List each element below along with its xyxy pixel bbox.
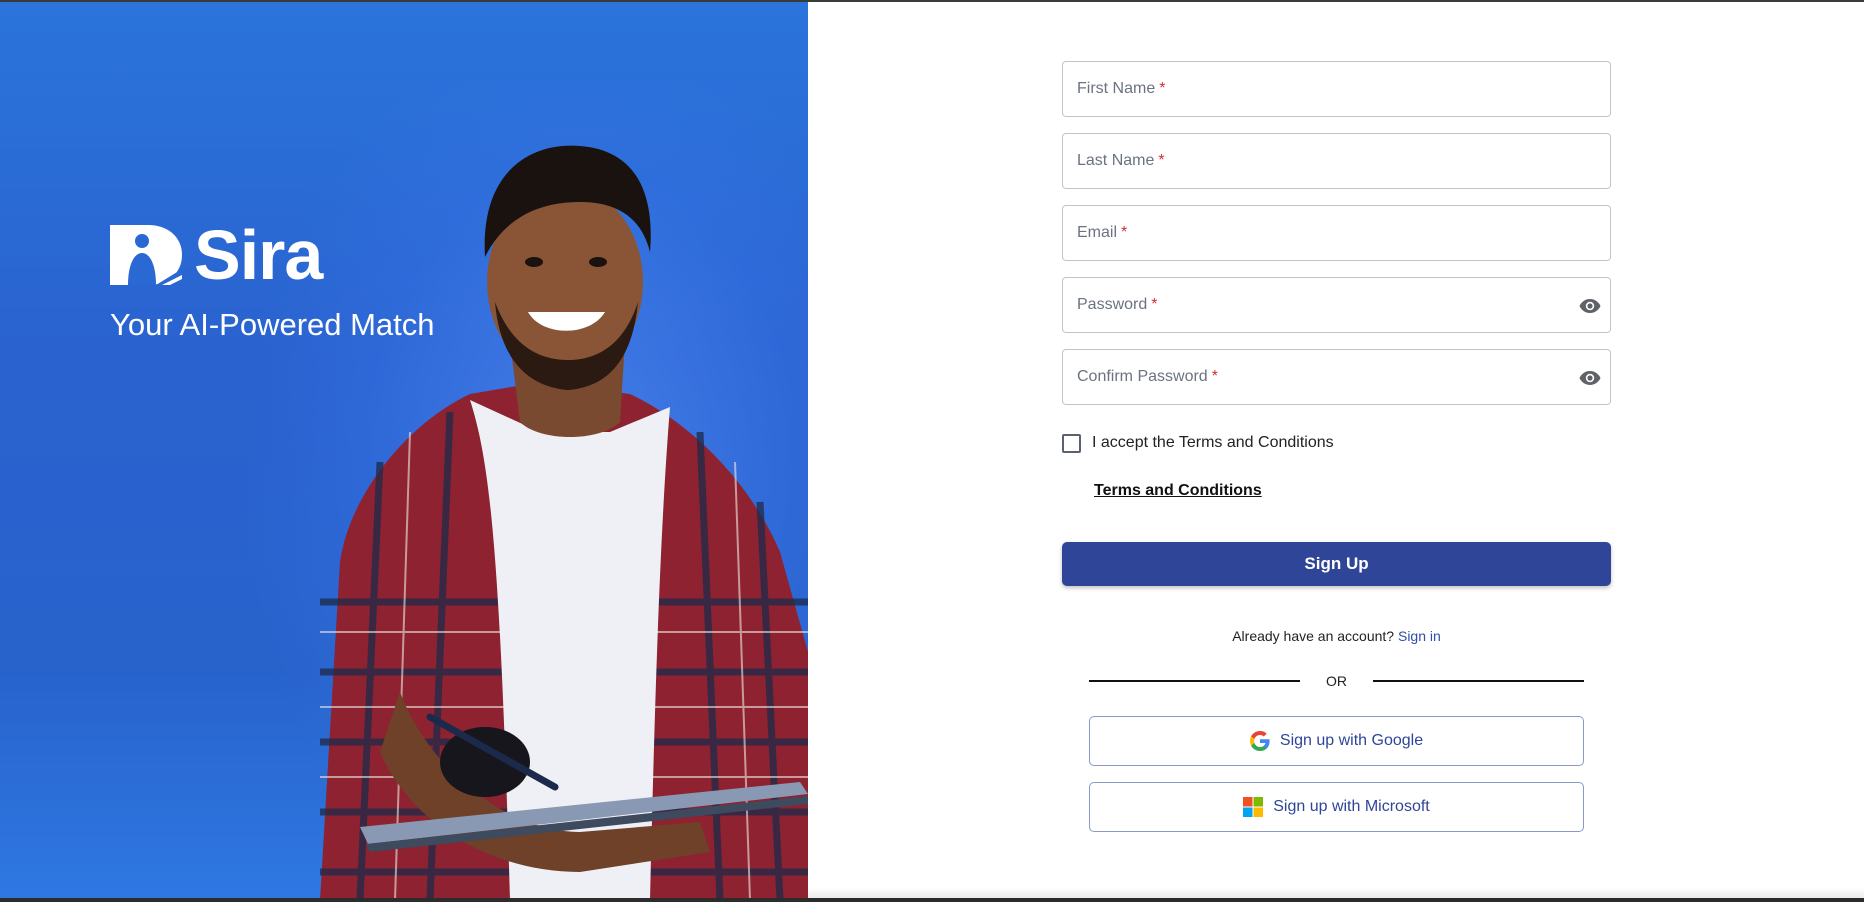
first-name-field[interactable]: First Name * <box>1062 61 1611 117</box>
google-signup-button[interactable]: Sign up with Google <box>1089 716 1584 766</box>
email-field[interactable]: Email * <box>1062 205 1611 261</box>
account-prompt-text: Already have an account? <box>1232 628 1395 644</box>
divider-line-right <box>1373 680 1584 682</box>
terms-checkbox[interactable] <box>1062 433 1081 453</box>
divider-line-left <box>1089 680 1300 682</box>
required-mark: * <box>1159 80 1166 97</box>
divider-text: OR <box>1326 673 1347 689</box>
terms-checkbox-row[interactable]: I accept the Terms and Conditions <box>1062 432 1334 454</box>
sign-up-button[interactable]: Sign Up <box>1062 542 1611 586</box>
required-mark: * <box>1158 152 1165 169</box>
microsoft-signup-button[interactable]: Sign up with Microsoft <box>1089 782 1584 832</box>
hero-person-image <box>320 145 808 898</box>
terms-checkbox-label: I accept the Terms and Conditions <box>1092 434 1334 451</box>
microsoft-logo-icon <box>1243 797 1264 817</box>
google-button-label: Sign up with Google <box>1279 732 1424 749</box>
terms-and-conditions-link[interactable]: Terms and Conditions <box>1094 482 1262 500</box>
email-label: Email <box>1077 224 1118 241</box>
eye-icon[interactable] <box>1578 294 1602 318</box>
microsoft-button-label: Sign up with Microsoft <box>1273 798 1430 815</box>
last-name-label: Last Name <box>1077 152 1155 169</box>
confirm-password-field[interactable]: Confirm Password * <box>1062 349 1611 405</box>
required-mark: * <box>1211 368 1218 385</box>
password-field[interactable]: Password * <box>1062 277 1611 333</box>
google-g-icon <box>1249 731 1270 751</box>
panel-bottom-shadow <box>808 888 1864 898</box>
password-label: Password <box>1077 296 1148 313</box>
signin-prompt: Already have an account? Sign in <box>1062 628 1611 644</box>
required-mark: * <box>1121 224 1128 241</box>
first-name-label: First Name <box>1077 80 1156 97</box>
sign-in-link[interactable]: Sign in <box>1398 628 1441 644</box>
confirm-password-label: Confirm Password <box>1077 368 1208 385</box>
or-divider: OR <box>1089 672 1584 690</box>
hero-panel: Sira Your AI-Powered Match <box>0 2 808 898</box>
window-bottom-edge <box>0 898 1864 902</box>
required-mark: * <box>1151 296 1158 313</box>
eye-icon[interactable] <box>1578 366 1602 390</box>
sira-logo-icon <box>110 225 182 285</box>
last-name-field[interactable]: Last Name * <box>1062 133 1611 189</box>
